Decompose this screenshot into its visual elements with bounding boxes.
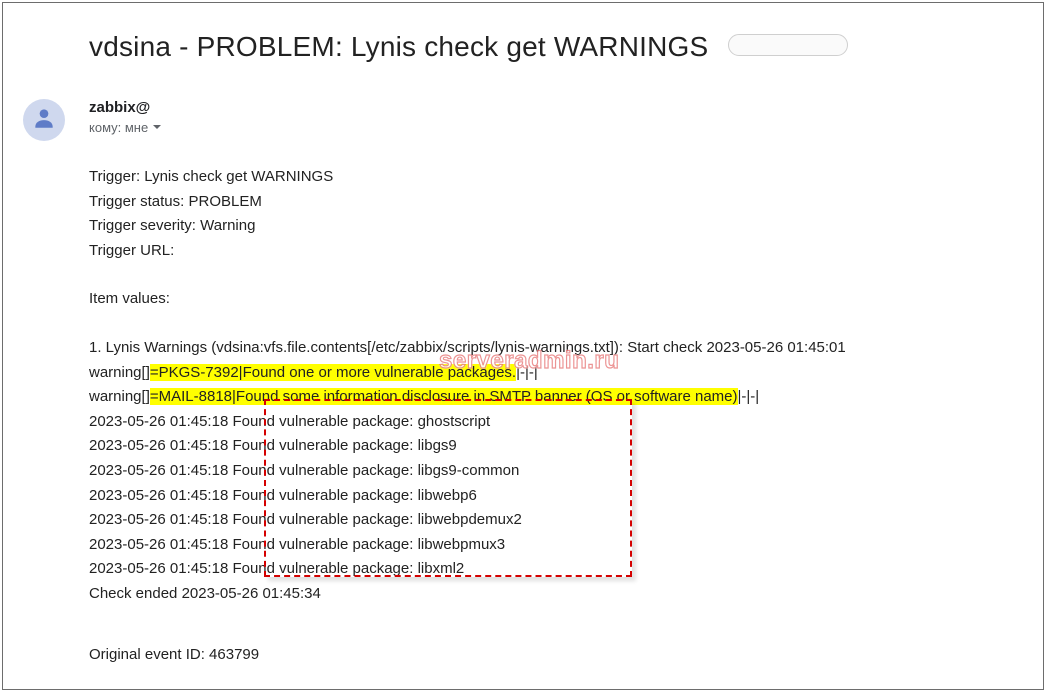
body-line: Trigger: Lynis check get WARNINGS	[89, 165, 846, 190]
body-line: 2023-05-26 01:45:18 Found vulnerable pac…	[89, 459, 846, 484]
body-line: Original event ID: 463799	[89, 643, 846, 668]
subject-row: vdsina - PROBLEM: Lynis check get WARNIN…	[89, 31, 1009, 63]
email-body: Trigger: Lynis check get WARNINGS Trigge…	[89, 165, 846, 667]
body-line: 2023-05-26 01:45:18 Found vulnerable pac…	[89, 557, 846, 582]
body-line: 2023-05-26 01:45:18 Found vulnerable pac…	[89, 533, 846, 558]
body-line: Trigger URL:	[89, 239, 846, 264]
email-subject: vdsina - PROBLEM: Lynis check get WARNIN…	[89, 31, 708, 63]
recipient-text: кому: мне	[89, 120, 148, 135]
body-line: warning[]=MAIL-8818|Found some informati…	[89, 385, 846, 410]
body-line: 2023-05-26 01:45:18 Found vulnerable pac…	[89, 484, 846, 509]
body-line: Trigger status: PROBLEM	[89, 190, 846, 215]
sender-name: zabbix@	[89, 99, 162, 116]
body-line: warning[]=PKGS-7392|Found one or more vu…	[89, 361, 846, 386]
body-line: 2023-05-26 01:45:18 Found vulnerable pac…	[89, 434, 846, 459]
body-line: Check ended 2023-05-26 01:45:34	[89, 582, 846, 607]
warn-prefix: warning[]	[89, 364, 150, 381]
body-line: 2023-05-26 01:45:18 Found vulnerable pac…	[89, 410, 846, 435]
email-meta: zabbix@ кому: мне	[89, 99, 162, 135]
body-line: Item values:	[89, 287, 846, 312]
body-line: 2023-05-26 01:45:18 Found vulnerable pac…	[89, 508, 846, 533]
warn-highlight: =PKGS-7392|Found one or more vulnerable …	[150, 364, 516, 381]
person-icon	[31, 105, 57, 136]
recipient-expand[interactable]: кому: мне	[89, 120, 162, 135]
avatar[interactable]	[23, 99, 65, 141]
warn-suffix: |-|-|	[516, 364, 538, 381]
body-line: 1. Lynis Warnings (vdsina:vfs.file.conte…	[89, 336, 846, 361]
email-frame: vdsina - PROBLEM: Lynis check get WARNIN…	[2, 2, 1044, 690]
chevron-down-icon	[152, 120, 162, 135]
warn-suffix: |-|-|	[738, 388, 760, 405]
warn-highlight: =MAIL-8818|Found some information disclo…	[150, 388, 738, 405]
label-pill[interactable]	[728, 34, 848, 56]
body-line: Trigger severity: Warning	[89, 214, 846, 239]
warn-prefix: warning[]	[89, 388, 150, 405]
